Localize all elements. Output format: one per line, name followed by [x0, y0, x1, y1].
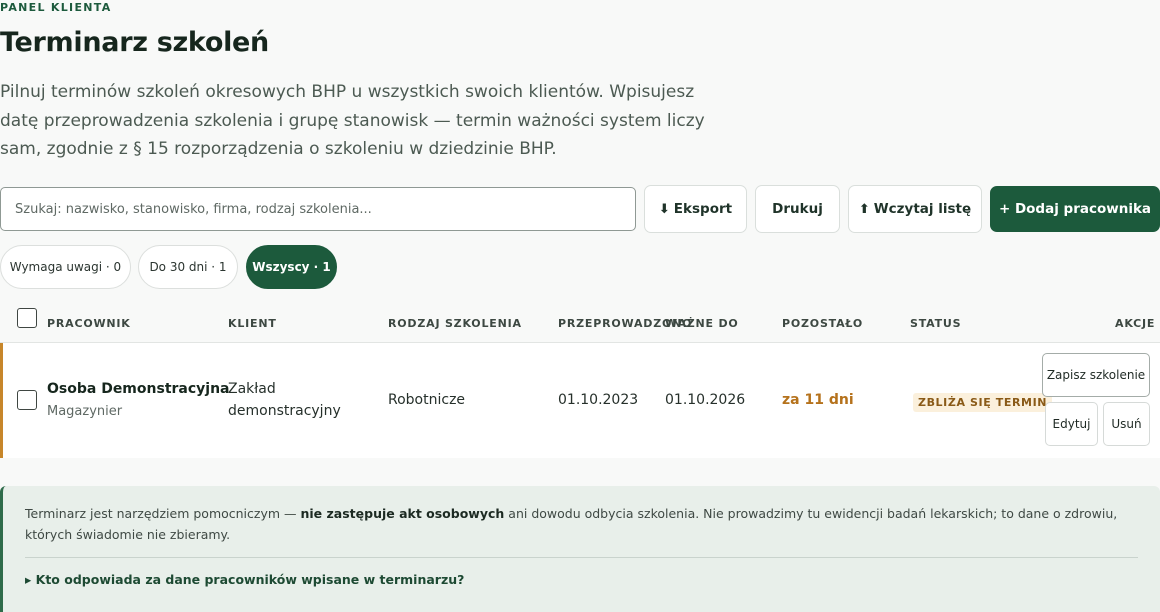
edit-button[interactable]: Edytuj [1045, 402, 1098, 446]
note-text-bold: nie zastępuje akt osobowych [300, 506, 505, 521]
note-text: Terminarz jest narzędziem pomocniczym — … [25, 503, 1145, 545]
add-employee-label: + Dodaj pracownika [998, 201, 1152, 217]
table-row: Osoba Demonstracyjna Magazynier Zakład d… [0, 343, 1160, 458]
filter-due-30-days[interactable]: Do 30 dni · 1 [138, 245, 238, 289]
delete-button[interactable]: Usuń [1103, 402, 1150, 446]
page-title: Terminarz szkoleń [0, 27, 269, 58]
page-intro: Pilnuj terminów szkoleń okresowych BHP u… [0, 82, 705, 159]
col-remaining[interactable]: POZOSTAŁO [782, 317, 863, 330]
select-all-checkbox[interactable] [17, 308, 37, 328]
print-button[interactable]: Drukuj [755, 185, 840, 233]
valid-until-date: 01.10.2026 [665, 392, 746, 408]
trainings-table: PRACOWNIK KLIENT RODZAJ SZKOLENIA PRZEPR… [0, 304, 1160, 458]
filter-all[interactable]: Wszyscy · 1 [246, 245, 337, 289]
export-label: Eksport [673, 201, 733, 217]
held-date: 01.10.2023 [558, 392, 639, 408]
note-text-before: Terminarz jest narzędziem pomocniczym — [25, 506, 301, 521]
client-name-line2: demonstracyjny [228, 403, 341, 419]
info-note: Terminarz jest narzędziem pomocniczym — … [0, 486, 1160, 612]
col-training-type[interactable]: RODZAJ SZKOLENIA [388, 317, 522, 330]
col-actions: AKCJE [1115, 317, 1156, 330]
data-responsibility-label: Kto odpowiada za dane pracowników wpisan… [35, 572, 465, 587]
training-type: Robotnicze [388, 392, 466, 408]
employee-position: Magazynier [47, 404, 123, 419]
col-employee[interactable]: PRACOWNIK [47, 317, 131, 330]
table-header: PRACOWNIK KLIENT RODZAJ SZKOLENIA PRZEPR… [0, 304, 1160, 343]
disclosure-triangle-icon: ▸ [25, 572, 32, 587]
col-status[interactable]: STATUS [910, 317, 961, 330]
record-training-button[interactable]: Zapisz szkolenie [1042, 353, 1150, 397]
import-label: Wczytaj listę [873, 201, 972, 217]
import-list-button[interactable]: ⬆ Wczytaj listę [848, 185, 982, 233]
col-client[interactable]: KLIENT [228, 317, 277, 330]
note-divider [25, 557, 1138, 558]
remaining-time: za 11 dni [782, 392, 854, 408]
row-checkbox[interactable] [17, 390, 37, 410]
add-employee-button[interactable]: + Dodaj pracownika [990, 186, 1160, 232]
export-button[interactable]: ⬇ Eksport [644, 185, 747, 233]
employee-name: Osoba Demonstracyjna [47, 381, 230, 397]
print-label: Drukuj [772, 201, 823, 217]
download-icon: ⬇ [658, 201, 670, 217]
upload-icon: ⬆ [858, 201, 870, 217]
filter-needs-attention[interactable]: Wymaga uwagi · 0 [0, 245, 131, 289]
col-valid-until[interactable]: WAŻNE DO [665, 317, 739, 330]
data-responsibility-toggle[interactable]: ▸ Kto odpowiada za dane pracowników wpis… [25, 572, 464, 587]
page-eyebrow: PANEL KLIENTA [0, 1, 112, 14]
status-badge: ZBLIŻA SIĘ TERMIN [913, 393, 1053, 412]
search-input[interactable] [0, 187, 636, 231]
client-name-line1: Zakład [228, 381, 276, 397]
